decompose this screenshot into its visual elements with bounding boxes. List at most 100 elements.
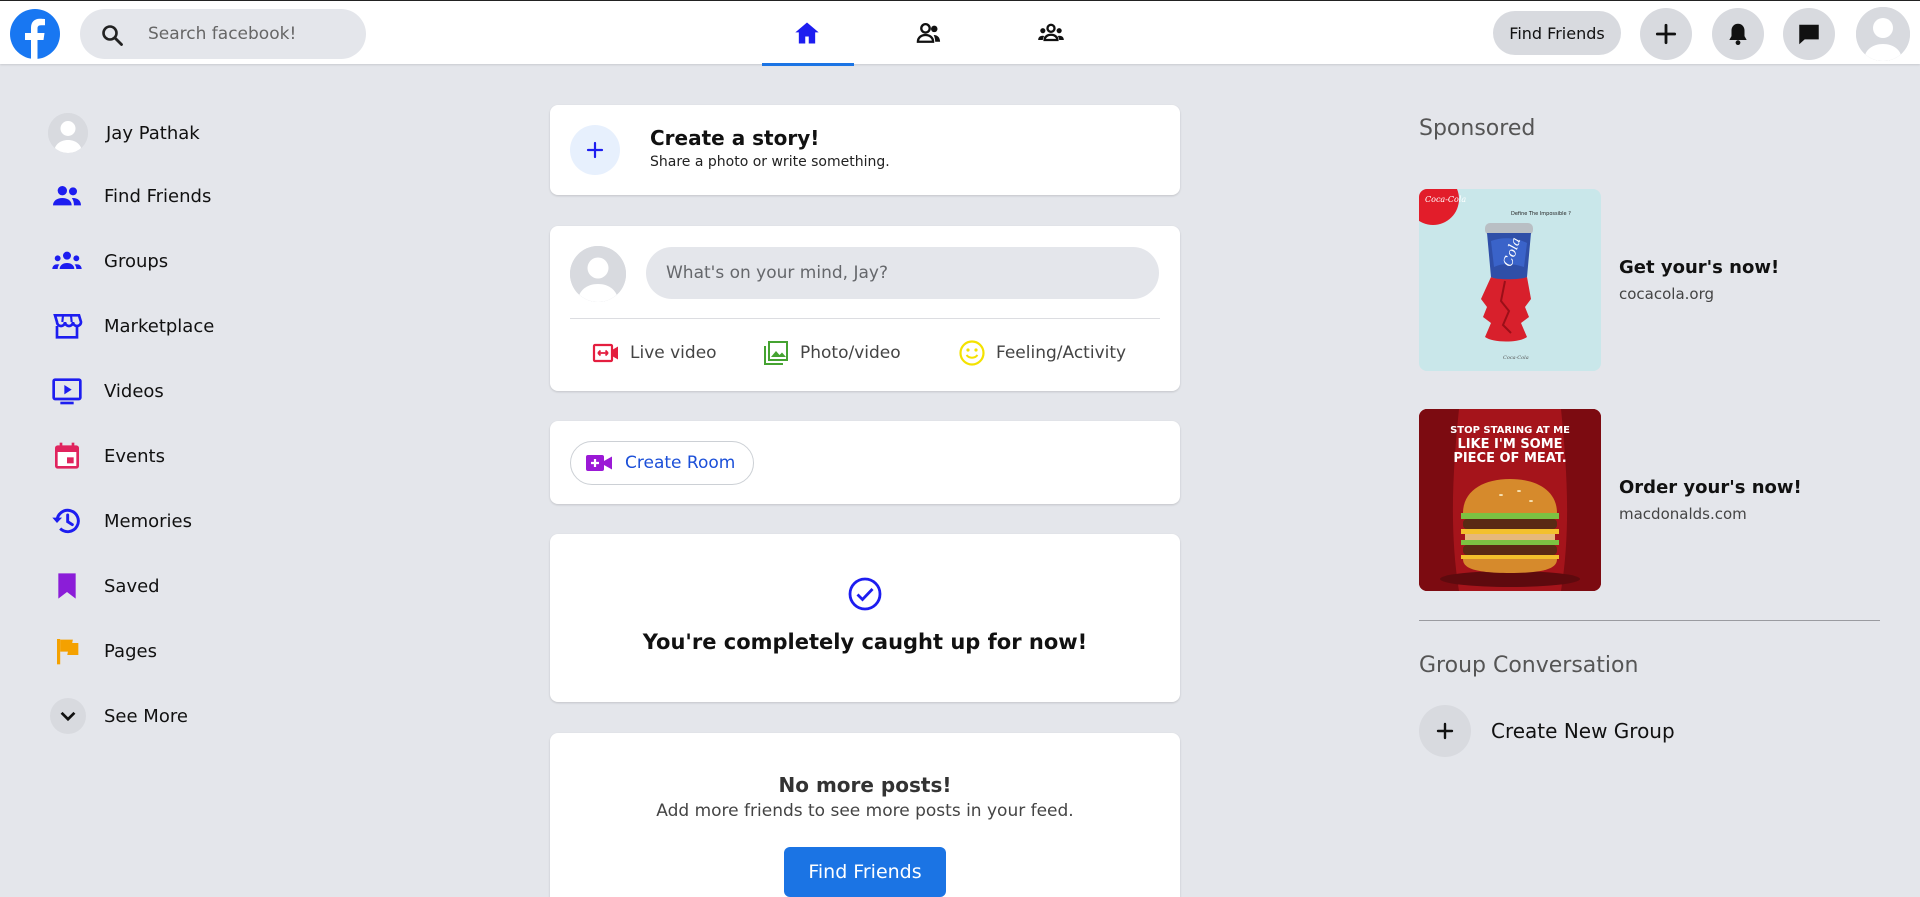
sidebar-item-memories[interactable]: Memories	[48, 496, 348, 546]
sidebar-item-groups[interactable]: Groups	[48, 236, 348, 286]
live-video-icon	[592, 343, 618, 363]
sidebar-item-label: Marketplace	[104, 315, 215, 337]
find-friends-cta-button[interactable]: Find Friends	[784, 847, 946, 897]
sidebar-item-events[interactable]: Events	[48, 431, 348, 481]
create-button[interactable]	[1640, 8, 1692, 60]
see-more-button	[50, 698, 86, 734]
message-icon	[1799, 24, 1819, 45]
video-plus-icon	[586, 455, 612, 471]
sidebar-item-see-more[interactable]: See More	[48, 691, 348, 741]
divider	[1419, 620, 1880, 621]
sponsored-heading: Sponsored	[1419, 116, 1536, 141]
ad-site: macdonalds.com	[1619, 505, 1747, 523]
story-add-button[interactable]	[570, 125, 620, 175]
plus-icon	[1655, 23, 1677, 45]
friends-icon	[53, 186, 81, 206]
plus-icon	[1436, 722, 1454, 740]
sidebar-item-label: Find Friends	[104, 185, 212, 207]
flag-icon	[57, 639, 79, 665]
avatar-icon	[1856, 7, 1910, 61]
burger-image: STOP STARING AT ME LIKE I'M SOME PIECE O…	[1419, 409, 1601, 591]
groups-icon	[1038, 23, 1064, 42]
sidebar-item-saved[interactable]: Saved	[48, 561, 348, 611]
no-more-posts-subtitle: Add more friends to see more posts in yo…	[656, 801, 1074, 821]
video-icon	[52, 378, 82, 405]
create-room-label: Create Room	[625, 453, 736, 473]
feeling-activity-label: Feeling/Activity	[996, 343, 1127, 363]
groups-icon	[52, 251, 82, 269]
tab-groups[interactable]	[1006, 1, 1096, 65]
svg-text:Coca-Cola: Coca-Cola	[1503, 355, 1529, 361]
sidebar-item-label: Pages	[104, 640, 157, 662]
avatar-icon	[570, 246, 626, 302]
ad-headline: Order your's now!	[1619, 477, 1802, 498]
post-composer-card: Live video Photo/video Feeling/Activity	[550, 226, 1180, 391]
story-subtitle: Share a photo or write something.	[650, 154, 890, 170]
feeling-activity-button[interactable]: Feeling/Activity	[958, 333, 1126, 373]
tab-home[interactable]	[762, 1, 854, 66]
search-input[interactable]	[148, 9, 348, 59]
calendar-icon	[55, 442, 79, 469]
notifications-button[interactable]	[1712, 8, 1764, 60]
sidebar-item-find-friends[interactable]: Find Friends	[48, 171, 348, 221]
history-icon	[52, 508, 80, 534]
ad-image[interactable]: Coca-Cola Define The Impossible ? Cola C…	[1419, 189, 1601, 371]
story-title: Create a story!	[650, 126, 820, 150]
plus-button	[1419, 705, 1471, 757]
sidebar-item-videos[interactable]: Videos	[48, 366, 348, 416]
ad-slogan-line: LIKE I'M SOME	[1457, 437, 1562, 452]
facebook-logo-icon[interactable]	[10, 9, 60, 59]
room-card: Create Room	[550, 421, 1180, 504]
messages-button[interactable]	[1783, 8, 1835, 60]
sidebar-item-label: Memories	[104, 510, 193, 532]
divider	[570, 318, 1160, 319]
chevron-down-icon	[60, 711, 76, 722]
sidebar-item-label: Jay Pathak	[106, 122, 200, 144]
svg-text:Coca-Cola: Coca-Cola	[1425, 195, 1466, 204]
live-video-button[interactable]: Live video	[592, 333, 717, 373]
sidebar-item-profile[interactable]: Jay Pathak	[48, 108, 348, 158]
top-navbar: Find Friends	[0, 0, 1920, 66]
sidebar-item-label: See More	[104, 705, 188, 727]
sidebar-item-label: Videos	[104, 380, 164, 402]
bell-icon	[1729, 23, 1747, 46]
caught-up-message: You're completely caught up for now!	[642, 630, 1088, 654]
ad-image[interactable]: STOP STARING AT ME LIKE I'M SOME PIECE O…	[1419, 409, 1601, 591]
photo-video-button[interactable]: Photo/video	[762, 333, 901, 373]
home-icon	[795, 22, 819, 44]
plus-icon	[586, 141, 604, 159]
search-box	[80, 9, 366, 59]
caught-up-card: You're completely caught up for now!	[550, 534, 1180, 702]
no-more-posts-title: No more posts!	[778, 773, 952, 797]
sidebar-item-label: Events	[104, 445, 165, 467]
ad-slogan-line: PIECE OF MEAT.	[1453, 451, 1566, 466]
create-new-group-button[interactable]: Create New Group	[1419, 705, 1675, 757]
friends-icon	[916, 22, 941, 43]
sponsored-ad-mcdonalds[interactable]: STOP STARING AT ME LIKE I'M SOME PIECE O…	[1419, 409, 1879, 591]
sidebar-item-marketplace[interactable]: Marketplace	[48, 301, 348, 351]
avatar	[48, 113, 88, 153]
sidebar-item-pages[interactable]: Pages	[48, 626, 348, 676]
create-room-button[interactable]: Create Room	[570, 441, 755, 485]
profile-avatar[interactable]	[1856, 7, 1910, 61]
coke-can-image: Coca-Cola Define The Impossible ? Cola C…	[1419, 189, 1601, 371]
tab-friends[interactable]	[884, 1, 974, 65]
photo-icon	[764, 341, 788, 365]
ad-headline: Get your's now!	[1619, 257, 1780, 278]
post-input[interactable]	[646, 247, 1159, 299]
create-story-card[interactable]: Create a story! Share a photo or write s…	[550, 105, 1180, 195]
sidebar-item-label: Groups	[104, 250, 169, 272]
check-circle-icon	[848, 577, 882, 611]
marketplace-icon	[53, 314, 83, 339]
ad-slogan-line: STOP STARING AT ME	[1450, 425, 1570, 436]
photo-video-label: Photo/video	[800, 343, 901, 363]
find-friends-button[interactable]: Find Friends	[1493, 11, 1621, 55]
sidebar-item-label: Saved	[104, 575, 160, 597]
ad-site: cocacola.org	[1619, 285, 1715, 303]
search-icon	[102, 25, 123, 46]
no-more-posts-card: No more posts! Add more friends to see m…	[550, 733, 1180, 897]
smiley-icon	[959, 340, 985, 366]
create-new-group-label: Create New Group	[1491, 719, 1675, 743]
ad-tagline: Define The Impossible ?	[1511, 211, 1571, 217]
sponsored-ad-cocacola[interactable]: Coca-Cola Define The Impossible ? Cola C…	[1419, 189, 1879, 371]
